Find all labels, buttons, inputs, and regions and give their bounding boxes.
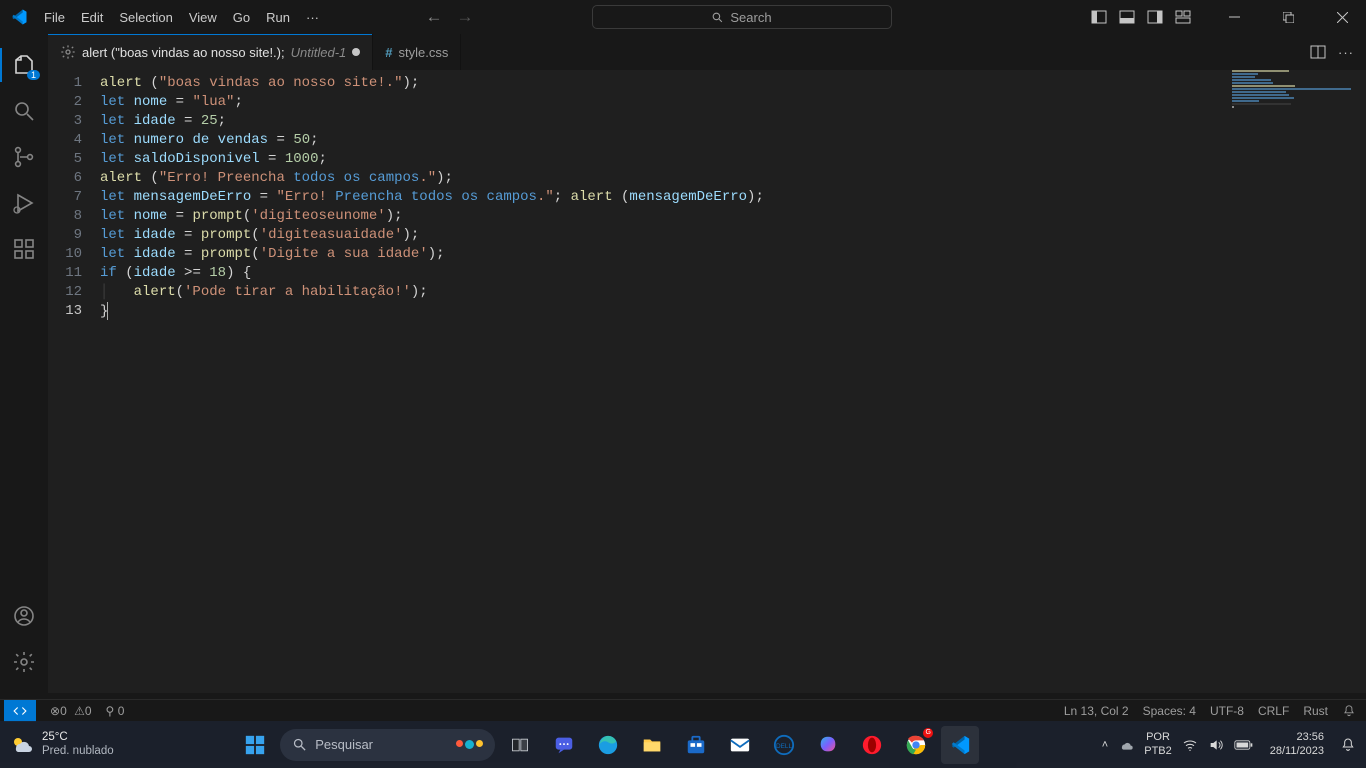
more-actions-icon[interactable]: ··· [1338, 45, 1354, 60]
tab-label: style.css [398, 45, 448, 60]
gutter: 12345678910111213 [48, 70, 100, 693]
tray-chevron-icon[interactable]: ˄ [1102, 739, 1108, 751]
chrome-icon[interactable]: G [897, 726, 935, 764]
tray-volume-icon[interactable] [1208, 737, 1224, 753]
dell-icon[interactable]: DELL [765, 726, 803, 764]
edge-icon[interactable] [589, 726, 627, 764]
tray-notifications-icon[interactable] [1340, 737, 1356, 753]
chat-icon[interactable] [545, 726, 583, 764]
tab-stylecss[interactable]: # style.css [373, 34, 461, 70]
tray-wifi-icon[interactable] [1182, 737, 1198, 753]
search-placeholder: Search [730, 10, 771, 25]
status-spaces[interactable]: Spaces: 4 [1143, 704, 1196, 718]
nav-back-icon[interactable]: ← [426, 7, 443, 27]
status-position[interactable]: Ln 13, Col 2 [1064, 704, 1129, 718]
layout-right-icon[interactable] [1146, 8, 1164, 26]
start-button[interactable] [236, 726, 274, 764]
tray-language[interactable]: POR PTB2 [1144, 731, 1172, 757]
status-radio[interactable]: ⚲ 0 [106, 704, 125, 718]
store-icon[interactable] [677, 726, 715, 764]
layout-custom-icon[interactable] [1174, 8, 1192, 26]
menu-view[interactable]: View [181, 6, 225, 29]
tab-untitled[interactable]: alert ("boas vindas ao nosso site!.); Un… [48, 34, 373, 70]
split-editor-icon[interactable] [1310, 44, 1326, 60]
file-explorer-icon[interactable] [633, 726, 671, 764]
layout-bottom-icon[interactable] [1118, 8, 1136, 26]
opera-icon[interactable] [853, 726, 891, 764]
window-maximize-icon[interactable] [1270, 3, 1306, 31]
menu-run[interactable]: Run [258, 6, 298, 29]
tab-label: alert ("boas vindas ao nosso site!.); [82, 45, 285, 60]
vscode-logo-icon [6, 4, 32, 30]
search-icon [292, 737, 307, 752]
activity-bar: 1 [0, 34, 48, 693]
menu-more-icon[interactable]: ··· [298, 6, 327, 29]
tray-onedrive-icon[interactable] [1118, 737, 1134, 753]
css-file-icon: # [385, 45, 392, 60]
activity-search[interactable] [0, 88, 48, 134]
explorer-badge: 1 [27, 70, 40, 80]
weather-icon [10, 733, 34, 757]
command-center[interactable]: Search [592, 5, 892, 29]
activity-source-control[interactable] [0, 134, 48, 180]
minimap[interactable] [1232, 70, 1352, 693]
status-bar: ⊗0 ⚠0 ⚲ 0 Ln 13, Col 2 Spaces: 4 UTF-8 C… [0, 699, 1366, 721]
taskbar-search-placeholder: Pesquisar [315, 737, 373, 752]
search-highlights-icon [456, 740, 483, 749]
nav-forward-icon[interactable]: → [457, 7, 474, 27]
activity-extensions[interactable] [0, 226, 48, 272]
task-view-icon[interactable] [501, 726, 539, 764]
activity-account[interactable] [0, 593, 48, 639]
menu-selection[interactable]: Selection [111, 6, 180, 29]
copilot-icon[interactable] [809, 726, 847, 764]
taskbar-search[interactable]: Pesquisar [280, 729, 495, 761]
status-encoding[interactable]: UTF-8 [1210, 704, 1244, 718]
remote-indicator[interactable] [4, 700, 36, 722]
menu-file[interactable]: File [36, 6, 73, 29]
weather-temp: 25°C [42, 731, 114, 745]
menu-go[interactable]: Go [225, 6, 258, 29]
menu-bar: File Edit Selection View Go Run ··· [36, 6, 327, 29]
vscode-taskbar-icon[interactable] [941, 726, 979, 764]
mail-icon[interactable] [721, 726, 759, 764]
settings-icon [60, 44, 76, 60]
activity-explorer[interactable]: 1 [0, 42, 48, 88]
status-language[interactable]: Rust [1303, 704, 1328, 718]
tab-row: alert ("boas vindas ao nosso site!.); Un… [0, 34, 1366, 70]
taskbar-weather[interactable]: 25°C Pred. nublado [10, 731, 114, 759]
dirty-indicator-icon [352, 48, 360, 56]
window-minimize-icon[interactable] [1216, 3, 1252, 31]
tray-battery-icon[interactable] [1234, 739, 1254, 751]
system-tray: ˄ POR PTB2 23:56 28/11/2023 [1102, 731, 1356, 757]
tab-suffix: Untitled-1 [291, 45, 347, 60]
tray-clock[interactable]: 23:56 28/11/2023 [1264, 731, 1330, 757]
title-bar: File Edit Selection View Go Run ··· ← → … [0, 0, 1366, 34]
windows-taskbar: 25°C Pred. nublado Pesquisar DELL G ˄ PO… [0, 721, 1366, 768]
status-eol[interactable]: CRLF [1258, 704, 1289, 718]
editor[interactable]: 12345678910111213 alert ("boas vindas ao… [48, 70, 1366, 693]
status-bell-icon[interactable] [1342, 704, 1356, 718]
activity-run-debug[interactable] [0, 180, 48, 226]
svg-text:DELL: DELL [776, 742, 792, 749]
window-close-icon[interactable] [1324, 3, 1360, 31]
activity-settings[interactable] [0, 639, 48, 685]
status-problems[interactable]: ⊗0 ⚠0 [50, 704, 92, 718]
layout-left-icon[interactable] [1090, 8, 1108, 26]
menu-edit[interactable]: Edit [73, 6, 111, 29]
code-area[interactable]: alert ("boas vindas ao nosso site!.");le… [100, 70, 1366, 693]
weather-text: Pred. nublado [42, 745, 114, 759]
